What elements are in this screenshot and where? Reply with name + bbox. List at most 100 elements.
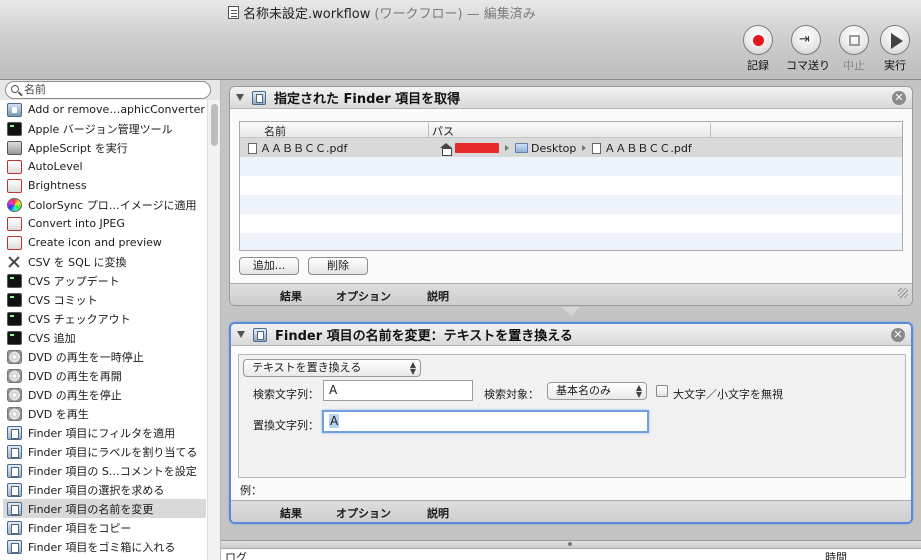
ignore-case-checkbox[interactable] [656, 385, 668, 397]
library-item-label: Convert into JPEG [28, 217, 125, 230]
library-item-label: Finder 項目にラベルを割り当てる [28, 445, 198, 459]
script-icon [7, 140, 22, 155]
add-button[interactable]: 追加... [239, 257, 299, 275]
results-tab[interactable]: 結果 [280, 288, 302, 304]
search-icon [11, 85, 19, 93]
library-item-label: ColorSync プロ…イメージに適用 [28, 198, 197, 212]
finder-icon [253, 327, 267, 342]
target-value: 基本名のみ [556, 384, 611, 397]
library-item[interactable]: Brightness [3, 176, 206, 195]
step-button[interactable]: ⇥ コマ送り [786, 25, 830, 73]
library-scrollbar[interactable] [207, 100, 220, 560]
finder-icon [7, 520, 22, 535]
library-item[interactable]: AppleScript を実行 [3, 138, 206, 157]
resize-handle[interactable] [898, 288, 908, 298]
library-item-label: DVD の再生を再開 [28, 369, 122, 383]
file-path: Desktop ＡＡＢＢＣＣ.pdf [440, 140, 692, 156]
table-row-empty [240, 176, 902, 195]
library-item[interactable]: DVD の再生を停止 [3, 385, 206, 404]
library-item[interactable]: Finder 項目の S…コメントを設定 [3, 461, 206, 480]
target-popup[interactable]: 基本名のみ ▲ ▼ [547, 382, 647, 400]
library-item[interactable]: CSV を SQL に変換 [3, 252, 206, 271]
files-table: 名前 パス ＡＡＢＢＣＣ.pdf Desktop ＡＡＢＢＣＣ.pdf [239, 121, 903, 251]
log-column-header[interactable]: ログ [225, 549, 247, 560]
path-folder: Desktop [531, 141, 577, 155]
library-item-label: Brightness [28, 179, 87, 192]
stop-button[interactable]: 中止 [834, 25, 874, 73]
mode-popup[interactable]: テキストを置き換える ▲ ▼ [243, 359, 421, 377]
description-tab[interactable]: 説明 [427, 288, 449, 304]
stop-label: 中止 [843, 59, 865, 72]
library-item[interactable]: Finder 項目にラベルを割り当てる [3, 442, 206, 461]
table-row-empty [240, 233, 902, 250]
replace-field[interactable]: A [322, 410, 649, 433]
search-input[interactable]: 名前 [5, 81, 211, 99]
pdf-file-icon [592, 142, 602, 154]
library-item[interactable]: Convert into JPEG [3, 214, 206, 233]
action-header: Finder 項目の名前を変更：テキストを置き換える ✕ [231, 324, 911, 346]
close-icon[interactable]: ✕ [892, 91, 906, 105]
table-row[interactable]: ＡＡＢＢＣＣ.pdf Desktop ＡＡＢＢＣＣ.pdf [240, 138, 902, 157]
disclosure-triangle-icon[interactable] [236, 94, 244, 101]
delete-button[interactable]: 削除 [308, 257, 368, 275]
disclosure-triangle-icon[interactable] [237, 331, 245, 338]
description-tab[interactable]: 説明 [427, 505, 449, 521]
library-item[interactable]: Finder 項目にフィルタを適用 [3, 423, 206, 442]
popup-arrows-icon: ▲ ▼ [409, 360, 416, 376]
library-item[interactable]: CVS チェックアウト [3, 309, 206, 328]
column-header-path[interactable]: パス [432, 123, 454, 139]
library-item[interactable]: DVD の再生を再開 [3, 366, 206, 385]
preview-icon [7, 159, 22, 174]
run-button[interactable]: 実行 [875, 25, 915, 73]
finder-icon [252, 90, 266, 105]
library-item[interactable]: Finder 項目をゴミ箱に入れる [3, 537, 206, 556]
options-tab[interactable]: オプション [336, 288, 391, 304]
library-item[interactable]: Create icon and preview [3, 233, 206, 252]
table-row-empty [240, 195, 902, 214]
target-label: 検索対象： [484, 388, 539, 401]
library-item-label: Finder 項目をコピー [28, 521, 132, 535]
results-tab[interactable]: 結果 [280, 505, 302, 521]
library-item[interactable]: CVS アップデート [3, 271, 206, 290]
dvd-icon [7, 387, 22, 402]
workflow-area: 指定された Finder 項目を取得 ✕ 名前 パス ＡＡＢＢＣＣ.pdf De… [221, 80, 921, 540]
library-item[interactable]: DVD の再生を一時停止 [3, 347, 206, 366]
log-split-handle[interactable] [221, 540, 921, 548]
robot-icon [7, 102, 22, 117]
library-item[interactable]: Apple バージョン管理ツール [3, 119, 206, 138]
find-field[interactable]: A [323, 380, 473, 401]
library-item[interactable]: DVD を再生 [3, 404, 206, 423]
time-column-header[interactable]: 時間 [825, 549, 847, 560]
tools-icon [7, 255, 22, 269]
path-file: ＡＡＢＢＣＣ.pdf [604, 142, 692, 155]
replace-value: A [329, 414, 340, 428]
library-item[interactable]: ColorSync プロ…イメージに適用 [3, 195, 206, 214]
close-icon[interactable]: ✕ [891, 328, 905, 342]
rename-finder-items-action: Finder 項目の名前を変更：テキストを置き換える ✕ テキストを置き換える … [229, 322, 913, 524]
terminal-icon [7, 330, 22, 345]
library-item[interactable]: CVS コミット [3, 290, 206, 309]
library-item[interactable]: CVS 追加 [3, 328, 206, 347]
library-item[interactable]: Finder 項目をコピー [3, 518, 206, 537]
action-list: Add or remove…aphicConverter Apple バージョン管… [3, 100, 206, 560]
library-item-label: DVD の再生を停止 [28, 388, 122, 402]
path-separator-icon [582, 145, 587, 151]
document-icon [228, 6, 239, 19]
preview-icon [7, 216, 22, 231]
replace-label: 置換文字列： [253, 419, 319, 432]
column-header-name[interactable]: 名前 [264, 123, 286, 139]
library-item[interactable]: Add or remove…aphicConverter [3, 100, 206, 119]
search-value: 名前 [24, 83, 46, 96]
record-button[interactable]: 記録 [738, 25, 778, 73]
options-tab[interactable]: オプション [336, 505, 391, 521]
home-icon [440, 142, 452, 156]
library-item-label: AutoLevel [28, 160, 83, 173]
library-item[interactable]: AutoLevel [3, 157, 206, 176]
library-item[interactable]: Finder 項目の名前を変更 [3, 499, 206, 518]
action-footer: 結果 オプション 説明 [231, 500, 911, 522]
scrollbar-thumb[interactable] [211, 104, 218, 146]
example-label: 例： [240, 484, 262, 497]
library-item[interactable]: Finder 項目の選択を求める [3, 480, 206, 499]
action-library: 名前 Add or remove…aphicConverter Apple バージ… [0, 80, 220, 560]
finder-icon [7, 444, 22, 459]
